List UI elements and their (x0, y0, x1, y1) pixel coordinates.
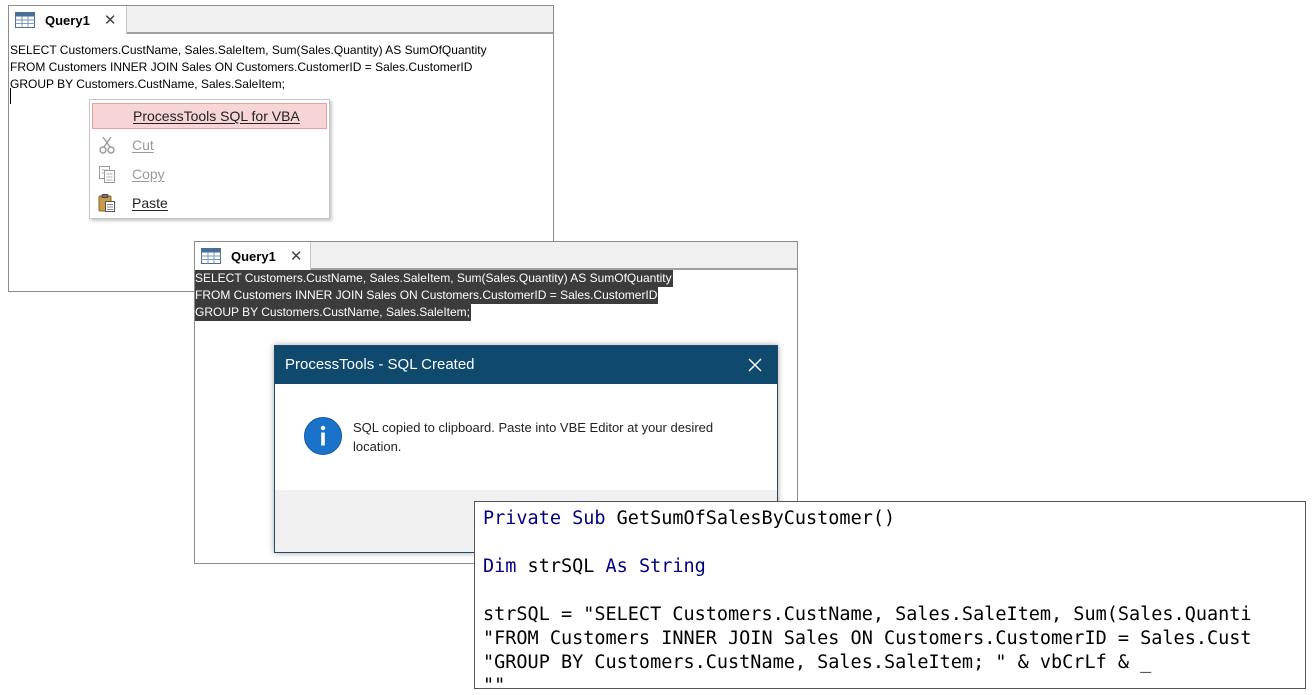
dialog-close-button[interactable] (737, 350, 773, 380)
code-line: Dim strSQL As String (483, 556, 706, 577)
code-line: "" (483, 675, 506, 689)
query-datasheet-icon (201, 248, 221, 264)
code-text: strSQL (516, 556, 606, 577)
code-keyword: As String (605, 556, 706, 577)
text-caret (10, 88, 11, 104)
tab-label: Query1 (231, 248, 276, 264)
code-line: strSQL = "SELECT Customers.CustName, Sal… (483, 604, 1252, 625)
code-line: "FROM Customers INNER JOIN Sales ON Cust… (483, 628, 1252, 649)
sql-line: SELECT Customers.CustName, Sales.SaleIte… (10, 43, 487, 57)
code-line: Private Sub GetSumOfSalesByCustomer() (483, 508, 895, 529)
query-datasheet-icon (15, 12, 35, 28)
sql-editor-selected[interactable]: SELECT Customers.CustName, Sales.SaleIte… (195, 270, 673, 321)
tab-label: Query1 (45, 12, 90, 28)
code-keyword: Dim (483, 556, 517, 577)
dialog-title: ProcessTools - SQL Created (285, 356, 475, 373)
sql-line-selected: FROM Customers INNER JOIN Sales ON Custo… (195, 287, 659, 304)
menu-item-label: Copy (132, 166, 165, 182)
sql-line-selected: GROUP BY Customers.CustName, Sales.SaleI… (195, 304, 471, 321)
menu-item-cut[interactable]: Cut (92, 132, 327, 158)
clipboard-paste-icon (98, 194, 115, 212)
menu-item-paste[interactable]: Paste (92, 190, 327, 216)
close-tab-icon[interactable]: ✕ (104, 13, 117, 28)
vbe-code-panel: Private Sub GetSumOfSalesByCustomer() Di… (474, 501, 1306, 689)
tab-query1[interactable]: Query1 ✕ (195, 242, 311, 270)
menu-item-label: Paste (132, 195, 168, 211)
info-icon (304, 417, 342, 455)
menu-item-label: Cut (132, 137, 154, 153)
menu-item-copy[interactable]: Copy (92, 161, 327, 187)
dialog-message: SQL copied to clipboard. Paste into VBE … (353, 420, 714, 454)
tab-bar: Query1 ✕ (9, 6, 553, 34)
scissors-icon (99, 136, 115, 154)
close-icon (748, 358, 762, 372)
code-keyword: Private Sub (483, 508, 606, 529)
sql-line: FROM Customers INNER JOIN Sales ON Custo… (10, 60, 473, 74)
dialog-title-bar: ProcessTools - SQL Created (275, 346, 777, 384)
close-tab-icon[interactable]: ✕ (290, 249, 303, 264)
sql-line: GROUP BY Customers.CustName, Sales.SaleI… (10, 77, 285, 91)
sql-line-selected: SELECT Customers.CustName, Sales.SaleIte… (195, 270, 673, 287)
code-text: GetSumOfSalesByCustomer() (605, 508, 896, 529)
tab-query1[interactable]: Query1 ✕ (9, 6, 127, 34)
copy-icon (99, 166, 115, 183)
tab-bar: Query1 ✕ (195, 242, 797, 270)
context-menu: ProcessTools SQL for VBA Cut Copy Paste (89, 99, 330, 219)
code-line: "GROUP BY Customers.CustName, Sales.Sale… (483, 652, 1152, 673)
sql-editor[interactable]: SELECT Customers.CustName, Sales.SaleIte… (10, 42, 487, 93)
menu-item-label: ProcessTools SQL for VBA (133, 108, 300, 124)
menu-item-processtools-sql-for-vba[interactable]: ProcessTools SQL for VBA (92, 103, 327, 129)
dialog-body: SQL copied to clipboard. Paste into VBE … (275, 384, 777, 490)
